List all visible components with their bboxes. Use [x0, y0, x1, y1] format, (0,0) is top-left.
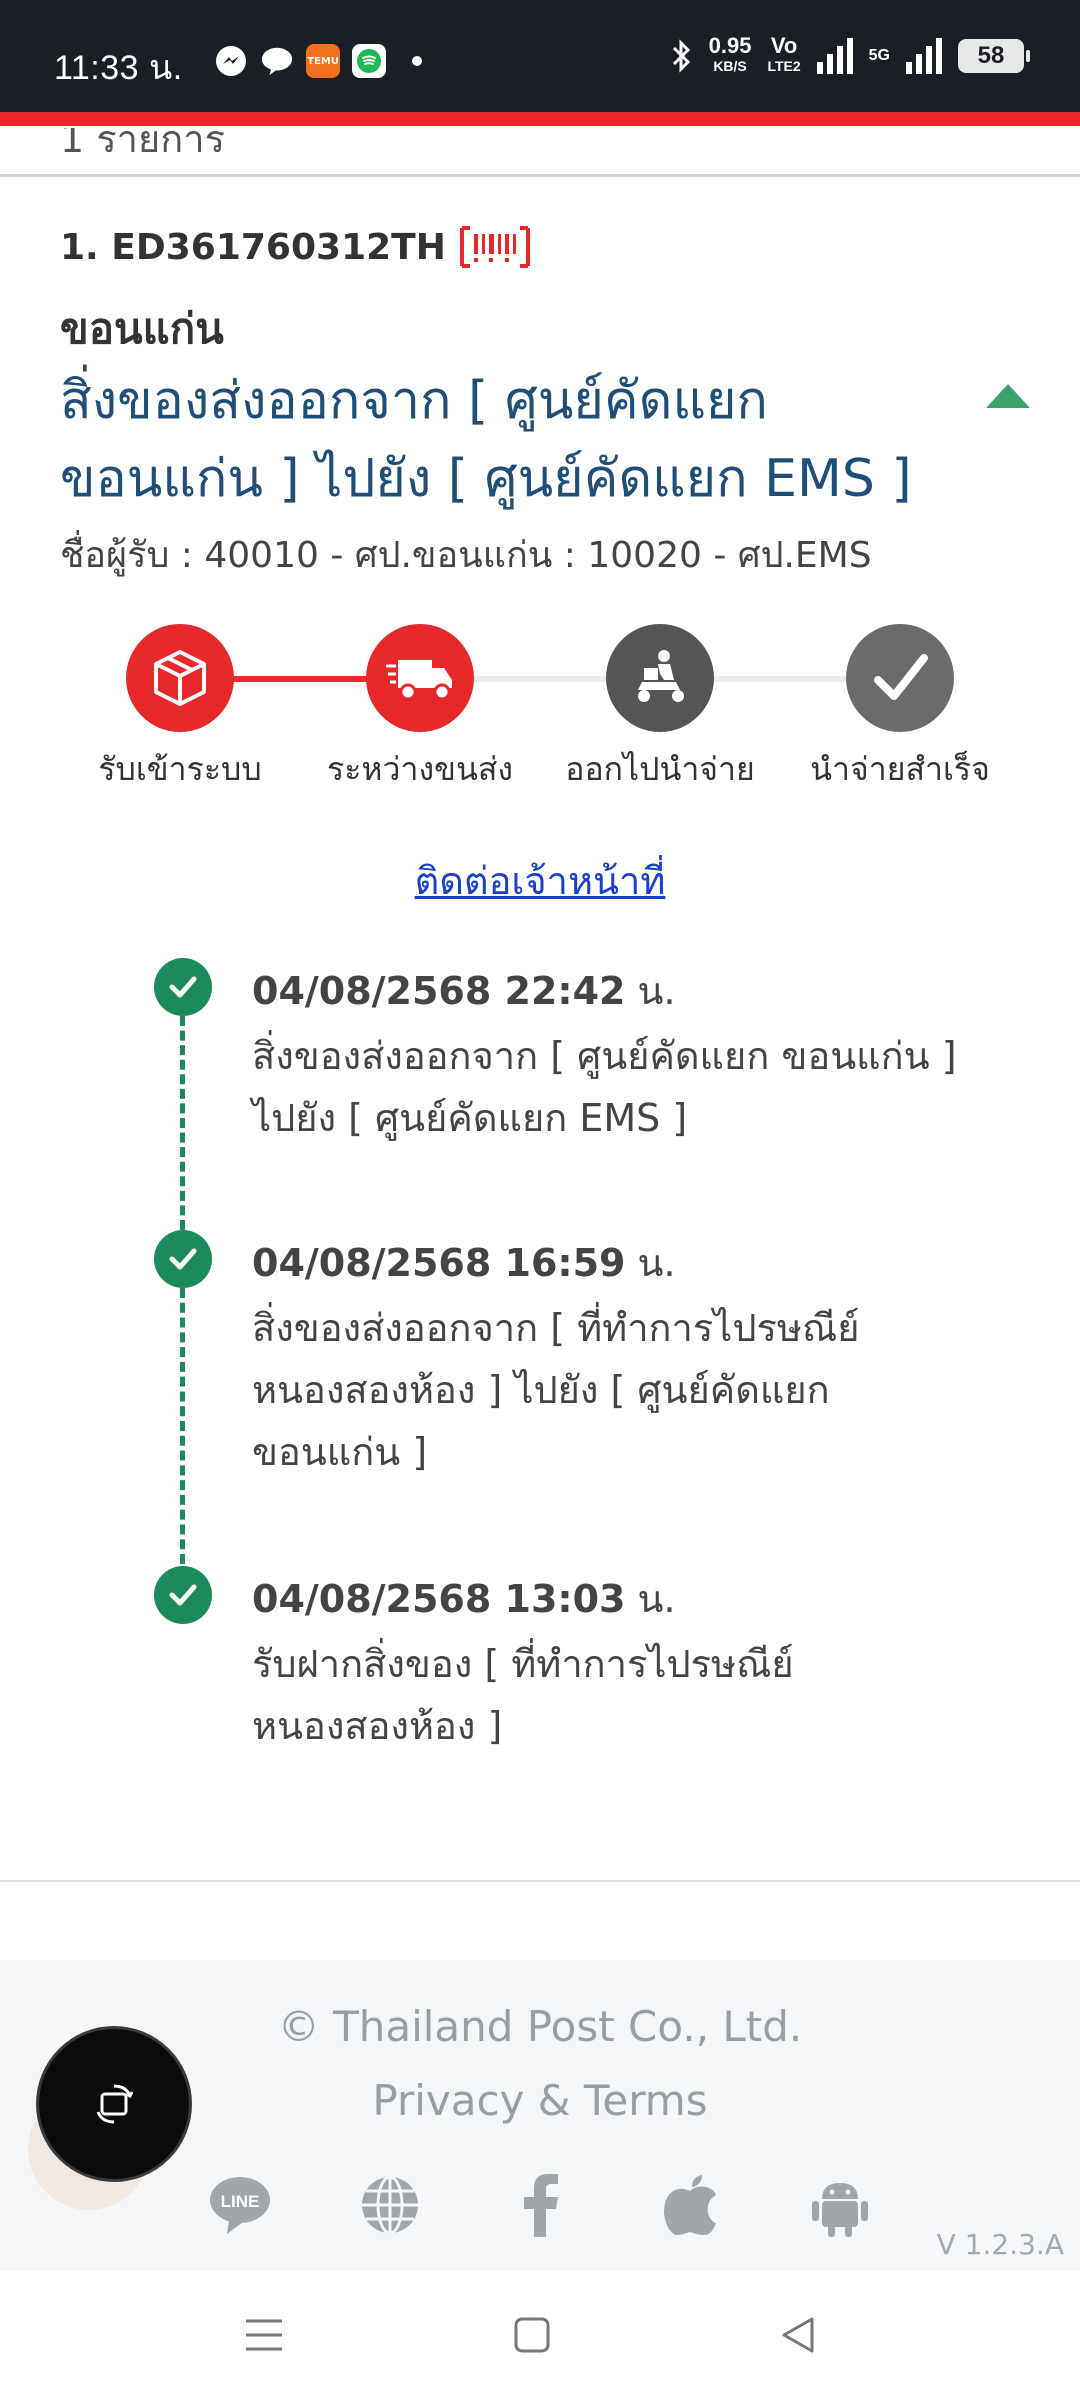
event-time: 04/08/2568 16:59 น.: [252, 1241, 676, 1285]
event-time: 04/08/2568 22:42 น.: [252, 969, 676, 1013]
svg-text:LINE: LINE: [221, 2192, 260, 2211]
barcode-icon[interactable]: [458, 222, 532, 272]
box-icon: [126, 624, 234, 732]
notification-icons: TEMU: [214, 44, 422, 78]
step-in-transit: ระหว่างขนส่ง: [300, 624, 540, 795]
event-description: สิ่งของส่งออกจาก [ ที่ทำการไปรษณีย์ หนอง…: [252, 1306, 860, 1474]
divider: [0, 1880, 1080, 1882]
timeline-event: 04/08/2568 22:42 น. สิ่งของส่งออกจาก [ ศ…: [252, 960, 972, 1149]
facebook-icon[interactable]: [505, 2170, 575, 2240]
signal-bars-icon: [816, 38, 853, 74]
volte-indicator: Vo LTE2: [767, 33, 801, 75]
truck-icon: [366, 624, 474, 732]
temu-icon: TEMU: [306, 44, 340, 78]
spotify-icon: [352, 44, 386, 78]
tracking-number: 1. ED361760312TH: [60, 226, 446, 268]
step-received: รับเข้าระบบ: [60, 624, 300, 795]
line-icon: [260, 44, 294, 78]
timeline-event: 04/08/2568 13:03 น. รับฝากสิ่งของ [ ที่ท…: [252, 1568, 972, 1757]
messenger-icon: [214, 44, 248, 78]
floating-assistant-button[interactable]: [36, 2026, 192, 2182]
status-bar: 11:33 น. TEMU 0.95 KB/S Vo LTE2 5G 58: [0, 0, 1080, 112]
tracking-number-row[interactable]: 1. ED361760312TH: [60, 222, 532, 272]
back-icon[interactable]: [768, 2310, 828, 2360]
header-accent-bar: [0, 112, 1080, 126]
chevron-up-icon[interactable]: [984, 380, 1032, 412]
contact-staff-link[interactable]: ติดต่อเจ้าหน้าที่: [0, 850, 1080, 911]
check-circle-icon: [154, 1566, 212, 1624]
timeline-connector: [180, 1016, 185, 1230]
step-label: รับเข้าระบบ: [98, 750, 262, 788]
menu-icon[interactable]: [234, 2310, 294, 2360]
app-version: V 1.2.3.A: [936, 2228, 1064, 2261]
step-label: ออกไปนำจ่าย: [565, 750, 755, 788]
check-circle-icon: [154, 958, 212, 1016]
check-circle-icon: [154, 1230, 212, 1288]
timeline-event: 04/08/2568 16:59 น. สิ่งของส่งออกจาก [ ท…: [252, 1232, 972, 1483]
line-icon[interactable]: LINE: [205, 2170, 275, 2240]
delivery-scooter-icon: [606, 624, 714, 732]
apple-icon[interactable]: [655, 2170, 725, 2240]
event-time: 04/08/2568 13:03 น.: [252, 1577, 676, 1621]
globe-icon[interactable]: [355, 2170, 425, 2240]
home-icon[interactable]: [502, 2310, 562, 2360]
event-description: สิ่งของส่งออกจาก [ ศูนย์คัดแยก ขอนแก่น ]…: [252, 1034, 957, 1140]
receiver-info: ชื่อผู้รับ : 40010 - ศป.ขอนแก่น : 10020 …: [60, 535, 872, 576]
timeline-connector: [180, 1288, 185, 1564]
battery-icon: 58: [958, 39, 1030, 73]
more-notifications-dot: [412, 56, 422, 66]
step-label: นำจ่ายสำเร็จ: [810, 750, 990, 788]
step-delivered: นำจ่ายสำเร็จ: [780, 624, 1020, 795]
android-icon[interactable]: [805, 2170, 875, 2240]
destination: ขอนแก่น: [60, 304, 224, 353]
screen-rotate-icon: [96, 2084, 134, 2124]
current-status-title: สิ่งของส่งออกจาก [ ศูนย์คัดแยก ขอนแก่น ]…: [60, 371, 912, 509]
network-speed: 0.95 KB/S: [708, 33, 752, 75]
checkmark-icon: [846, 624, 954, 732]
step-out-for-delivery: ออกไปนำจ่าย: [540, 624, 780, 795]
event-description: รับฝากสิ่งของ [ ที่ทำการไปรษณีย์ หนองสอง…: [252, 1642, 794, 1748]
bluetooth-icon: [672, 39, 690, 73]
step-label: ระหว่างขนส่ง: [327, 750, 513, 788]
five-g-indicator: 5G: [868, 47, 890, 64]
clock: 11:33 น.: [54, 49, 183, 87]
signal-bars-5g-icon: [906, 38, 942, 74]
system-indicators: 0.95 KB/S Vo LTE2 5G 58: [671, 33, 1030, 76]
divider: [0, 174, 1080, 177]
